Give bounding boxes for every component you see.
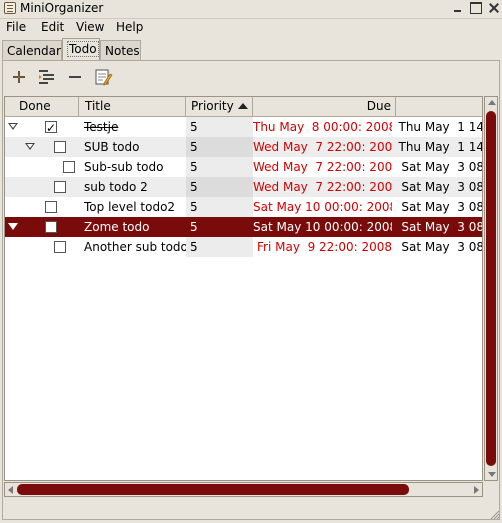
list-indent-icon[interactable] — [36, 66, 58, 88]
minimize-icon[interactable] — [452, 2, 464, 14]
todo-priority: 5 — [190, 140, 198, 154]
tab-calendar[interactable]: Calendar — [2, 40, 62, 60]
scroll-left-icon[interactable] — [8, 486, 13, 494]
column-header-title-label: Title — [85, 99, 111, 113]
toolbar — [4, 62, 498, 94]
table-row[interactable]: Zome todo 5 Sat May 10 00:00: 2008 Sat May … — [5, 217, 483, 237]
todo-tree-view[interactable]: Done Title Priority Due Testje 5 Thu May 8… — [4, 96, 483, 481]
todo-title: Top level todo2 — [84, 200, 176, 214]
menu-file[interactable]: File — [6, 20, 26, 34]
menu-bar: File Edit View Help — [0, 18, 502, 38]
resize-grip-icon[interactable] — [488, 508, 500, 520]
table-row[interactable]: Another sub todo 5 Fri May 9 22:00: 2008 Sa… — [5, 237, 483, 257]
todo-due: Sat May 10 00:00: 2008 — [253, 220, 392, 234]
done-checkbox[interactable] — [45, 221, 57, 233]
todo-title: SUB todo — [84, 140, 140, 154]
todo-title: Zome todo — [84, 220, 150, 234]
remove-icon[interactable] — [64, 66, 86, 88]
column-header-title[interactable]: Title — [79, 97, 186, 117]
column-header-done[interactable]: Done — [5, 97, 79, 117]
column-header-priority[interactable]: Priority — [186, 97, 253, 117]
scroll-up-icon[interactable] — [488, 100, 496, 105]
todo-created: Sat May 3 08 — [401, 160, 483, 174]
scroll-down-icon[interactable] — [488, 472, 496, 477]
column-header-priority-label: Priority — [191, 99, 234, 113]
vertical-scroll-thumb[interactable] — [486, 111, 496, 466]
horizontal-scrollbar[interactable] — [4, 482, 483, 497]
expander-icon[interactable] — [8, 123, 18, 130]
done-checkbox[interactable] — [54, 141, 66, 153]
menu-edit[interactable]: Edit — [41, 20, 64, 34]
column-header-due[interactable]: Due — [253, 97, 396, 117]
todo-title: Testje — [84, 120, 119, 134]
expander-icon[interactable] — [8, 223, 18, 230]
edit-icon[interactable] — [92, 66, 114, 88]
done-checkbox[interactable] — [45, 201, 57, 213]
todo-priority: 5 — [190, 160, 198, 174]
todo-title: sub todo 2 — [84, 180, 148, 194]
vertical-scrollbar[interactable] — [484, 96, 498, 481]
expander-icon[interactable] — [25, 143, 35, 150]
menu-help[interactable]: Help — [116, 20, 143, 34]
todo-created: Sat May 3 08 — [401, 240, 483, 254]
todo-due: Fri May 9 22:00: 2008 — [257, 240, 392, 254]
done-checkbox[interactable] — [54, 181, 66, 193]
todo-created: Sat May 3 08 — [401, 200, 483, 214]
todo-created: Thu May 1 14 — [398, 120, 483, 134]
todo-created: Sat May 3 08 — [401, 220, 483, 234]
todo-created: Sat May 3 08 — [401, 180, 483, 194]
todo-priority: 5 — [190, 200, 198, 214]
todo-due: Wed May 7 22:00: 2008 — [253, 160, 392, 174]
add-icon[interactable] — [8, 66, 30, 88]
tab-notes[interactable]: Notes — [100, 40, 141, 60]
todo-priority: 5 — [190, 220, 198, 234]
todo-created: Thu May 1 14 — [398, 140, 483, 154]
window-title: MiniOrganizer — [20, 1, 104, 15]
title-bar[interactable]: MiniOrganizer — [0, 0, 502, 19]
tab-calendar-label: Calendar — [7, 44, 61, 58]
table-row[interactable]: Top level todo2 5 Sat May 10 00:00: 2008 Sa… — [5, 197, 483, 217]
close-icon[interactable] — [488, 2, 500, 14]
todo-title: Sub-sub todo — [84, 160, 164, 174]
column-header-done-label: Done — [19, 99, 51, 113]
tab-todo-label: Todo — [67, 41, 99, 57]
sort-ascending-icon — [237, 103, 248, 109]
tab-notes-label: Notes — [105, 44, 140, 58]
todo-title: Another sub todo — [84, 240, 186, 254]
todo-priority: 5 — [190, 120, 198, 134]
done-checkbox[interactable] — [54, 241, 66, 253]
table-row[interactable]: Sub-sub todo 5 Wed May 7 22:00: 2008 Sat Ma… — [5, 157, 483, 177]
todo-due: Wed May 7 22:00: 2008 — [253, 140, 392, 154]
todo-due: Wed May 7 22:00: 2008 — [253, 180, 392, 194]
tab-todo[interactable]: Todo — [62, 38, 100, 61]
column-header-due-label: Due — [366, 99, 391, 113]
scroll-right-icon[interactable] — [474, 486, 479, 494]
column-header-extra[interactable] — [396, 97, 482, 117]
done-checkbox[interactable] — [45, 118, 57, 138]
done-checkbox[interactable] — [63, 161, 75, 173]
menu-view[interactable]: View — [76, 20, 104, 34]
todo-priority: 5 — [190, 240, 198, 254]
table-row[interactable]: Testje 5 Thu May 8 00:00: 2008 Thu May 1 14 — [5, 117, 483, 138]
todo-due: Thu May 8 00:00: 2008 — [253, 120, 392, 134]
table-row[interactable]: sub todo 2 5 Wed May 7 22:00: 2008 Sat May … — [5, 177, 483, 197]
tab-bar: Calendar Todo Notes — [0, 38, 502, 61]
todo-priority: 5 — [190, 180, 198, 194]
app-icon — [4, 2, 16, 14]
todo-due: Sat May 10 00:00: 2008 — [253, 200, 392, 214]
table-row[interactable]: SUB todo 5 Wed May 7 22:00: 2008 Thu May 1 … — [5, 137, 483, 157]
maximize-icon[interactable] — [470, 2, 482, 14]
horizontal-scroll-thumb[interactable] — [17, 484, 409, 495]
